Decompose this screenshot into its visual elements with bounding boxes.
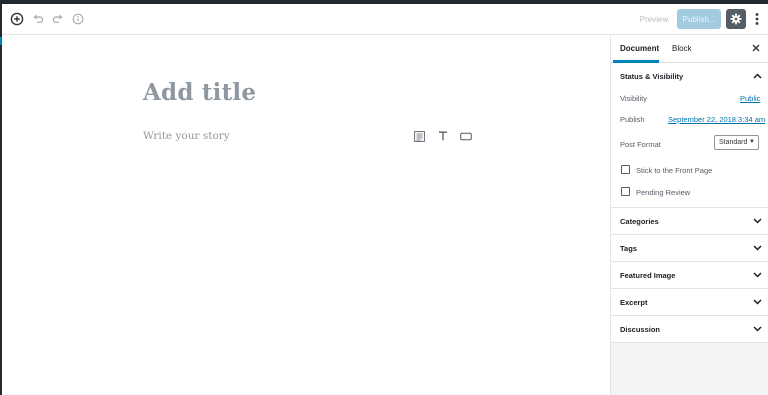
dropdown-arrow-icon: ▼ bbox=[749, 139, 755, 145]
chevron-down-icon bbox=[752, 270, 762, 280]
chevron-down-icon bbox=[752, 216, 762, 226]
panel-title: Categories bbox=[620, 217, 659, 226]
insert-button-block[interactable] bbox=[459, 129, 473, 143]
undo-button[interactable] bbox=[27, 8, 49, 30]
pending-review-label: Pending Review bbox=[636, 188, 691, 197]
visibility-link[interactable]: Public bbox=[740, 94, 760, 103]
quick-inserter bbox=[412, 129, 476, 145]
undo-icon bbox=[33, 14, 44, 23]
settings-button[interactable] bbox=[726, 9, 746, 29]
tab-block[interactable]: Block bbox=[672, 44, 692, 53]
stick-front-page-label: Stick to the Front Page bbox=[636, 166, 713, 175]
paragraph-block-icon bbox=[413, 130, 425, 142]
info-icon bbox=[72, 13, 84, 25]
panel-title: Featured Image bbox=[620, 271, 676, 280]
tags-panel[interactable]: Tags bbox=[611, 235, 768, 262]
editor-app: Preview Publish... Add title Write your … bbox=[0, 0, 768, 395]
chevron-down-icon bbox=[752, 297, 762, 307]
status-visibility-header[interactable]: Status & Visibility bbox=[611, 63, 768, 90]
post-body-input[interactable]: Write your story bbox=[143, 130, 230, 142]
close-sidebar-button[interactable] bbox=[750, 42, 762, 54]
status-visibility-panel: Status & Visibility Visibility Public Pu… bbox=[611, 63, 768, 208]
button-block-icon bbox=[460, 132, 472, 140]
panel-title: Discussion bbox=[620, 325, 661, 334]
more-tools-button[interactable] bbox=[750, 9, 764, 29]
redo-icon bbox=[52, 14, 63, 23]
add-block-button[interactable] bbox=[6, 8, 28, 30]
gear-icon bbox=[730, 13, 742, 25]
sidebar-tabs: Document Block bbox=[611, 35, 768, 63]
editor-canvas: Add title Write your story bbox=[2, 35, 610, 395]
sidebar-panel: Document Block Status & Visibility Visib… bbox=[611, 35, 768, 343]
plus-circle-icon bbox=[10, 12, 24, 26]
content-info-button[interactable] bbox=[67, 8, 89, 30]
post-format-select[interactable]: Standard ▼ bbox=[714, 135, 759, 150]
pending-review-checkbox[interactable] bbox=[621, 187, 630, 196]
chevron-down-icon bbox=[752, 324, 762, 334]
close-icon bbox=[752, 44, 760, 52]
insert-heading-button[interactable] bbox=[436, 129, 450, 143]
editor-toolbar: Preview Publish... bbox=[2, 4, 768, 35]
discussion-panel[interactable]: Discussion bbox=[611, 316, 768, 343]
stick-front-page-checkbox[interactable] bbox=[621, 165, 630, 174]
settings-sidebar: Document Block Status & Visibility Visib… bbox=[610, 35, 768, 395]
categories-panel[interactable]: Categories bbox=[611, 208, 768, 235]
preview-button[interactable]: Preview bbox=[636, 10, 672, 28]
panel-title: Status & Visibility bbox=[620, 72, 684, 81]
publish-button[interactable]: Publish... bbox=[677, 9, 721, 29]
post-format-label: Post Format bbox=[620, 140, 661, 149]
chevron-down-icon bbox=[752, 243, 762, 253]
post-format-value: Standard bbox=[719, 139, 748, 146]
visibility-label: Visibility bbox=[620, 94, 647, 103]
panel-title: Tags bbox=[620, 244, 637, 253]
chevron-up-icon bbox=[752, 71, 762, 81]
publish-date-link[interactable]: September 22, 2018 3:34 am bbox=[668, 115, 765, 124]
excerpt-panel[interactable]: Excerpt bbox=[611, 289, 768, 316]
heading-t-icon bbox=[439, 131, 447, 141]
panel-title: Excerpt bbox=[620, 298, 648, 307]
redo-button[interactable] bbox=[47, 8, 69, 30]
insert-paragraph-button[interactable] bbox=[412, 129, 426, 143]
featured-image-panel[interactable]: Featured Image bbox=[611, 262, 768, 289]
tab-document[interactable]: Document bbox=[620, 44, 659, 53]
publish-label: Publish bbox=[620, 115, 645, 124]
post-title-input[interactable]: Add title bbox=[143, 79, 256, 106]
more-vertical-icon bbox=[755, 13, 759, 25]
